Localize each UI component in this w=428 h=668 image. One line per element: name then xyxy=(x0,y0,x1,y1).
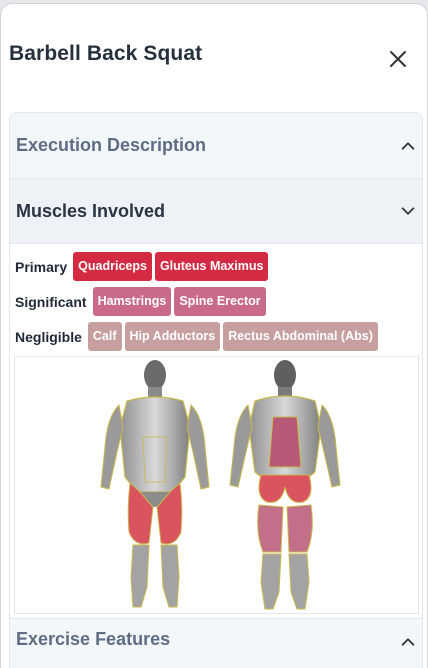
chevron-up-icon xyxy=(401,638,415,646)
exercise-features-title: Exercise Features xyxy=(16,629,171,649)
chevron-down-icon xyxy=(401,207,415,215)
close-icon xyxy=(390,51,406,67)
exercise-detail-sheet: Barbell Back Squat Execution Description… xyxy=(0,3,428,668)
execution-description-title: Execution Description xyxy=(16,135,207,155)
primary-label: Primary xyxy=(15,258,68,275)
muscles-involved-section: Muscles Involved xyxy=(9,178,423,244)
muscle-tag-calf: Calf xyxy=(87,322,122,351)
significant-label: Significant xyxy=(15,293,87,310)
anatomy-illustration xyxy=(100,360,341,610)
muscle-tag-hamstrings: Hamstrings xyxy=(92,287,172,316)
front-view-figure xyxy=(100,360,210,608)
muscle-tag-spine-erector: Spine Erector xyxy=(174,287,266,316)
exercise-features-section: Exercise Features xyxy=(9,618,423,668)
muscle-anatomy-figure xyxy=(14,356,419,614)
close-icon[interactable] xyxy=(386,47,410,71)
primary-muscles-row: Primary Quadriceps Gluteus Maximus xyxy=(15,252,271,281)
muscle-tag-gluteus-maximus: Gluteus Maximus xyxy=(154,252,269,281)
exercise-features-toggle[interactable]: Exercise Features xyxy=(10,619,422,668)
muscle-tag-rectus-abdominal: Rectus Abdominal (Abs) xyxy=(223,322,378,351)
muscles-involved-title: Muscles Involved xyxy=(16,200,166,221)
chevron-up-icon xyxy=(401,141,415,150)
muscles-involved-toggle[interactable]: Muscles Involved xyxy=(10,179,422,243)
exercise-title: Barbell Back Squat xyxy=(9,42,203,65)
execution-description-section: Execution Description xyxy=(9,112,423,178)
execution-description-toggle[interactable]: Execution Description xyxy=(10,113,422,178)
back-view-figure xyxy=(229,360,341,610)
significant-muscles-row: Significant Hamstrings Spine Erector xyxy=(15,287,269,316)
muscle-tag-quadriceps: Quadriceps xyxy=(73,252,152,281)
negligible-label: Negligible xyxy=(15,328,82,345)
negligible-muscles-row: Negligible Calf Hip Adductors Rectus Abd… xyxy=(15,322,381,351)
muscle-tag-hip-adductors: Hip Adductors xyxy=(124,322,221,351)
muscles-panel: Primary Quadriceps Gluteus Maximus Signi… xyxy=(9,244,423,618)
sheet-header: Barbell Back Squat xyxy=(1,4,427,104)
